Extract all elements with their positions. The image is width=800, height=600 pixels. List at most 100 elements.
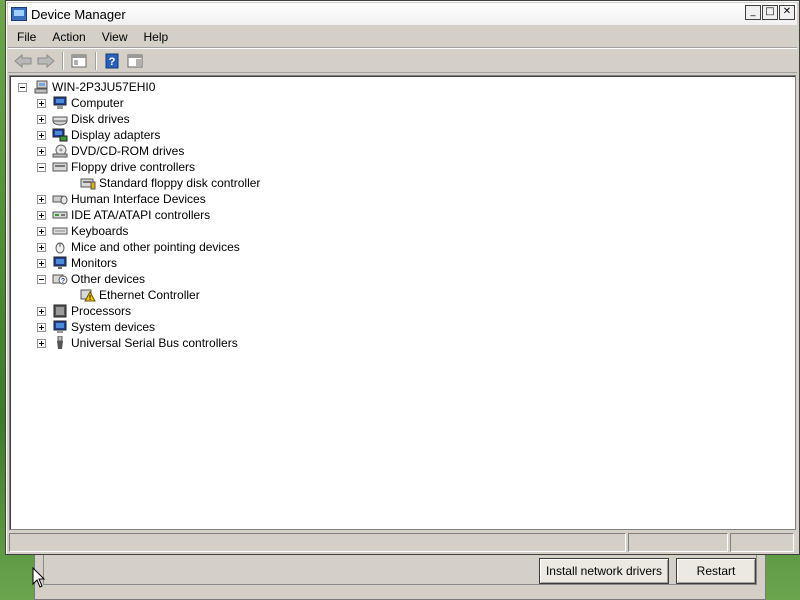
tree-item-system-devices[interactable]: System devices — [18, 319, 260, 335]
tree-item-label: Floppy drive controllers — [71, 160, 196, 174]
properties-pane-button[interactable] — [68, 51, 90, 71]
expand-toggle[interactable] — [37, 322, 46, 332]
floppy-controller-icon — [80, 178, 96, 190]
help-button[interactable]: ? — [101, 51, 123, 71]
device-manager-window: Device Manager _ □ ✕ File Action View He… — [5, 0, 800, 555]
minimize-button[interactable]: _ — [745, 5, 761, 20]
expand-toggle[interactable] — [37, 146, 46, 156]
tree-item-label: System devices — [71, 320, 156, 334]
expand-toggle[interactable] — [37, 130, 46, 140]
tree-item-label: Display adapters — [71, 128, 161, 142]
status-segment — [9, 533, 626, 552]
status-segment — [628, 533, 728, 552]
tree-item-mice-pointing-devices[interactable]: Mice and other pointing devices — [18, 239, 260, 255]
tree-item-ide-ata-atapi-controllers[interactable]: IDE ATA/ATAPI controllers — [18, 207, 260, 223]
system-device-icon — [53, 320, 67, 333]
device-tree-pane[interactable]: WIN-2P3JU57EHI0 Computer Disk drives Dis… — [9, 75, 796, 530]
tree-item-other-devices[interactable]: ? Other devices — [18, 271, 260, 287]
expand-toggle[interactable] — [37, 194, 46, 204]
tree-item-label: Disk drives — [71, 112, 130, 126]
toolbar-separator — [95, 51, 97, 70]
tree-item-label: Mice and other pointing devices — [71, 240, 240, 254]
maximize-button[interactable]: □ — [762, 5, 778, 20]
expand-toggle[interactable] — [37, 306, 46, 316]
mouse-cursor-icon — [32, 567, 46, 588]
tree-item-label: IDE ATA/ATAPI controllers — [71, 208, 211, 222]
menu-bar: File Action View Help — [8, 26, 797, 48]
tree-item-label: Computer — [71, 96, 124, 110]
tree-root[interactable]: WIN-2P3JU57EHI0 — [18, 79, 260, 95]
expand-toggle[interactable] — [37, 258, 46, 268]
show-hide-pane-button[interactable] — [124, 51, 146, 71]
keyboard-icon — [52, 227, 68, 235]
back-arrow-icon — [14, 53, 32, 68]
tree-item-usb-controllers[interactable]: Universal Serial Bus controllers — [18, 335, 260, 351]
install-network-drivers-button[interactable]: Install network drivers — [539, 558, 669, 584]
menu-file[interactable]: File — [10, 30, 43, 44]
monitor-icon — [53, 256, 67, 269]
tree-item-label: Other devices — [71, 272, 146, 286]
display-adapter-icon — [52, 128, 68, 142]
tree-item-label: Processors — [71, 304, 132, 318]
floppy-controller-icon — [52, 162, 68, 172]
tree-item-label: Ethernet Controller — [99, 288, 200, 302]
svg-text:?: ? — [61, 278, 65, 285]
collapse-toggle[interactable] — [37, 274, 46, 284]
tree-item-dvd-cdrom-drives[interactable]: DVD/CD-ROM drives — [18, 143, 260, 159]
expand-toggle[interactable] — [37, 210, 46, 220]
tree-item-computer[interactable]: Computer — [18, 95, 260, 111]
processor-icon — [53, 304, 67, 318]
status-segment — [730, 533, 794, 552]
tree-item-standard-floppy-disk-controller[interactable]: Standard floppy disk controller — [18, 175, 260, 191]
tree-item-label: Universal Serial Bus controllers — [71, 336, 238, 350]
disk-drive-icon — [52, 116, 68, 126]
tree-item-label: Human Interface Devices — [71, 192, 206, 206]
menu-action[interactable]: Action — [45, 30, 92, 44]
tree-item-display-adapters[interactable]: Display adapters — [18, 127, 260, 143]
expand-toggle[interactable] — [37, 226, 46, 236]
title-bar[interactable]: Device Manager _ □ ✕ — [8, 3, 797, 25]
menu-help[interactable]: Help — [137, 30, 176, 44]
toolbar-separator — [62, 51, 64, 70]
expand-toggle[interactable] — [37, 98, 46, 108]
tree-item-disk-drives[interactable]: Disk drives — [18, 111, 260, 127]
svg-text:!: ! — [89, 295, 91, 302]
expand-toggle[interactable] — [37, 338, 46, 348]
mouse-icon — [55, 242, 65, 254]
computer-network-icon — [34, 80, 48, 94]
menu-view[interactable]: View — [95, 30, 135, 44]
tree-item-label: Keyboards — [71, 224, 129, 238]
tree-item-human-interface-devices[interactable]: Human Interface Devices — [18, 191, 260, 207]
tree-item-keyboards[interactable]: Keyboards — [18, 223, 260, 239]
tree-item-label: Monitors — [71, 256, 118, 270]
dvd-drive-icon — [52, 144, 68, 158]
properties-pane-icon — [71, 54, 87, 67]
ide-controller-icon — [52, 211, 68, 219]
hid-icon — [52, 195, 68, 205]
expand-toggle[interactable] — [37, 242, 46, 252]
status-bar — [9, 533, 797, 552]
close-button[interactable]: ✕ — [779, 5, 795, 20]
window-title: Device Manager — [31, 6, 126, 22]
expand-toggle[interactable] — [37, 114, 46, 124]
back-button[interactable] — [12, 51, 34, 71]
tree-item-label: Standard floppy disk controller — [99, 176, 261, 190]
tree-item-monitors[interactable]: Monitors — [18, 255, 260, 271]
show-hide-pane-icon — [127, 54, 143, 67]
tree-root-label: WIN-2P3JU57EHI0 — [52, 80, 156, 94]
tree-item-ethernet-controller[interactable]: ! Ethernet Controller — [18, 287, 260, 303]
tree-item-processors[interactable]: Processors — [18, 303, 260, 319]
computer-icon — [53, 96, 67, 109]
usb-icon — [57, 336, 63, 349]
forward-arrow-icon — [37, 53, 55, 68]
help-icon: ? — [105, 53, 119, 68]
window-controls: _ □ ✕ — [745, 5, 795, 20]
restart-button[interactable]: Restart — [676, 558, 756, 584]
tree-item-floppy-drive-controllers[interactable]: Floppy drive controllers — [18, 159, 260, 175]
collapse-toggle[interactable] — [37, 162, 46, 172]
device-manager-icon — [11, 7, 27, 21]
unknown-device-icon: ? — [52, 274, 68, 285]
tree-item-label: DVD/CD-ROM drives — [71, 144, 185, 158]
forward-button[interactable] — [35, 51, 57, 71]
collapse-toggle[interactable] — [18, 82, 27, 92]
